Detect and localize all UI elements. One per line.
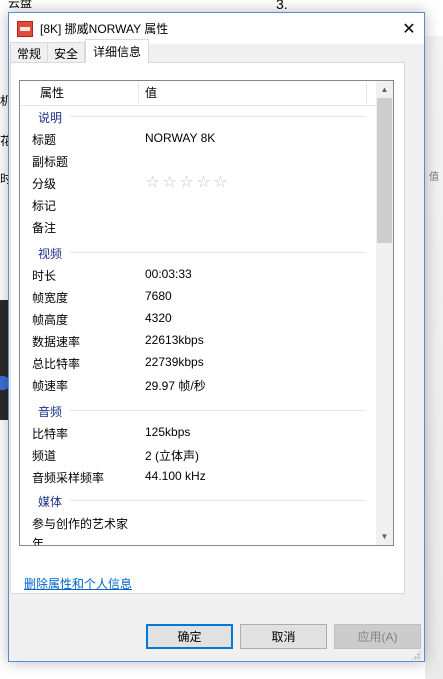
property-value: 44.100 kHz	[145, 469, 206, 483]
close-button[interactable]: ✕	[394, 13, 424, 44]
list-item[interactable]: 年	[20, 532, 376, 546]
property-value: 7680	[145, 289, 172, 303]
property-name: 分级	[32, 177, 57, 191]
tab-details[interactable]: 详细信息	[85, 39, 150, 63]
property-value: 2 (立体声)	[145, 449, 200, 463]
chevron-down-icon: ▼	[380, 532, 389, 541]
chevron-up-icon: ▲	[380, 85, 389, 94]
star-icon[interactable]: ☆	[178, 172, 195, 192]
list-item[interactable]: 标题 NORWAY 8K	[20, 128, 376, 150]
star-icon[interactable]: ☆	[161, 172, 178, 192]
close-icon: ✕	[402, 20, 416, 38]
property-name: 总比特率	[32, 357, 81, 371]
tab-security[interactable]: 安全	[47, 42, 86, 63]
property-name: 参与创作的艺术家	[32, 517, 129, 531]
group-divider	[70, 116, 366, 117]
ok-button[interactable]: 确定	[146, 624, 233, 649]
group-header-description[interactable]: 说明	[20, 106, 376, 128]
list-item[interactable]: 比特率 125kbps	[20, 422, 376, 444]
property-name: 比特率	[32, 427, 69, 441]
property-name: 帧高度	[32, 313, 69, 327]
list-item[interactable]: 分级 ☆ ☆ ☆ ☆ ☆	[20, 172, 376, 194]
tab-general[interactable]: 常规	[10, 42, 49, 63]
cancel-button[interactable]: 取消	[240, 624, 327, 649]
property-name: 数据速率	[32, 335, 81, 349]
tab-strip: 常规 安全 详细信息	[10, 39, 150, 63]
group-divider	[70, 410, 366, 411]
tab-label: 常规	[17, 46, 42, 61]
property-name: 年	[32, 537, 45, 546]
property-name: 频道	[32, 449, 57, 463]
property-name: 标题	[32, 133, 57, 147]
property-name: 帧速率	[32, 379, 69, 393]
list-item[interactable]: 帧速率 29.97 帧/秒	[20, 374, 376, 396]
property-name: 帧宽度	[32, 291, 69, 305]
group-title: 媒体	[38, 495, 63, 509]
group-title: 音频	[38, 405, 63, 419]
list-item[interactable]: 标记	[20, 194, 376, 216]
group-header-audio[interactable]: 音频	[20, 400, 376, 422]
list-item[interactable]: 副标题	[20, 150, 376, 172]
list-item[interactable]: 频道 2 (立体声)	[20, 444, 376, 466]
group-header-media[interactable]: 媒体	[20, 490, 376, 512]
tab-label: 详细信息	[93, 45, 142, 59]
property-value: 22739kbps	[145, 355, 204, 369]
list-item[interactable]: 帧宽度 7680	[20, 286, 376, 308]
background-window-edge: 值	[425, 36, 443, 679]
property-name: 标记	[32, 199, 57, 213]
group-divider	[70, 252, 366, 253]
rating-stars[interactable]: ☆ ☆ ☆ ☆ ☆	[144, 172, 229, 192]
property-value: 00:03:33	[145, 267, 192, 281]
window-title: [8K] 挪威NORWAY 属性	[40, 22, 169, 36]
property-name: 时长	[32, 269, 57, 283]
scroll-up-button[interactable]: ▲	[376, 81, 393, 98]
vertical-scrollbar[interactable]: ▲ ▼	[376, 81, 393, 545]
property-name: 音频采样频率	[32, 471, 105, 485]
scroll-down-button[interactable]: ▼	[376, 528, 393, 545]
tab-label: 安全	[54, 46, 79, 61]
list-item[interactable]: 参与创作的艺术家	[20, 512, 376, 534]
star-icon[interactable]: ☆	[195, 172, 212, 192]
scrollbar-thumb[interactable]	[377, 98, 392, 243]
column-divider[interactable]	[366, 82, 367, 104]
group-header-video[interactable]: 视频	[20, 242, 376, 264]
list-item[interactable]: 时长 00:03:33	[20, 264, 376, 286]
list-item[interactable]: 音频采样频率 44.100 kHz	[20, 466, 376, 488]
desktop-text-fragment: 值	[429, 172, 439, 183]
list-header: 属性 值	[20, 81, 376, 106]
group-divider	[70, 500, 366, 501]
list-item[interactable]: 备注	[20, 216, 376, 238]
property-value: 22613kbps	[145, 333, 204, 347]
remove-properties-link[interactable]: 删除属性和个人信息	[24, 575, 132, 592]
desktop-text-fragment: 云盘	[8, 0, 33, 10]
list-item[interactable]: 总比特率 22739kbps	[20, 352, 376, 374]
group-title: 说明	[38, 111, 63, 125]
apply-button[interactable]: 应用(A)	[334, 624, 421, 649]
star-icon[interactable]: ☆	[212, 172, 229, 192]
group-title: 视频	[38, 247, 63, 261]
property-name: 备注	[32, 221, 57, 235]
list-item[interactable]: 数据速率 22613kbps	[20, 330, 376, 352]
property-list[interactable]: 属性 值 说明 标题 NORWAY 8K 副标题 分级 ☆ ☆ ☆ ☆ ☆ 标记…	[19, 80, 394, 546]
property-value: 4320	[145, 311, 172, 325]
property-name: 副标题	[32, 155, 69, 169]
property-value: 125kbps	[145, 425, 191, 439]
desktop-text-fragment: 3.	[276, 0, 288, 12]
property-value: 29.97 帧/秒	[145, 379, 206, 393]
property-value[interactable]: NORWAY 8K	[145, 131, 215, 145]
mkv-file-icon	[17, 20, 33, 37]
star-icon[interactable]: ☆	[144, 172, 161, 192]
list-item[interactable]: 帧高度 4320	[20, 308, 376, 330]
column-header-property[interactable]: 属性	[33, 81, 64, 105]
column-header-value[interactable]: 值	[138, 81, 157, 105]
